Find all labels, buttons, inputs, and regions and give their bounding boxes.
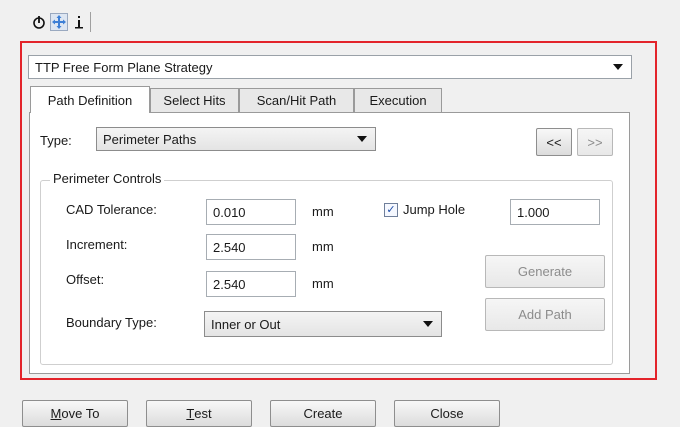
next-button[interactable]: >> bbox=[577, 128, 613, 156]
info-icon[interactable] bbox=[71, 14, 87, 30]
move-to-button[interactable]: Move To bbox=[22, 400, 128, 427]
increment-label: Increment: bbox=[66, 237, 128, 252]
move-to-mnemonic: M bbox=[50, 406, 62, 421]
close-button[interactable]: Close bbox=[394, 400, 500, 427]
tab-scan-hit-path[interactable]: Scan/Hit Path bbox=[239, 88, 354, 112]
test-mnemonic: T bbox=[186, 406, 195, 421]
chevron-down-icon bbox=[357, 136, 367, 142]
type-label: Type: bbox=[40, 133, 72, 148]
unit-label: mm bbox=[312, 276, 334, 291]
jump-hole-field[interactable]: 1.000 bbox=[510, 199, 600, 225]
tab-select-hits[interactable]: Select Hits bbox=[150, 88, 239, 112]
strategy-dropdown[interactable]: TTP Free Form Plane Strategy bbox=[28, 55, 632, 79]
prev-button[interactable]: << bbox=[536, 128, 572, 156]
group-title: Perimeter Controls bbox=[50, 171, 165, 186]
move-cross-icon[interactable] bbox=[50, 13, 68, 31]
create-button[interactable]: Create bbox=[270, 400, 376, 427]
unit-label: mm bbox=[312, 204, 334, 219]
tab-label: Execution bbox=[369, 93, 427, 108]
tab-label: Select Hits bbox=[163, 93, 226, 108]
increment-value: 2.540 bbox=[213, 239, 246, 255]
offset-label: Offset: bbox=[66, 272, 105, 287]
power-icon[interactable] bbox=[31, 14, 47, 30]
add-path-button-label: Add Path bbox=[518, 307, 572, 322]
boundary-type-selected: Inner or Out bbox=[211, 316, 281, 332]
jump-hole-checkbox[interactable]: ✓ bbox=[384, 203, 398, 217]
tab-execution[interactable]: Execution bbox=[354, 88, 442, 112]
cad-tolerance-label: CAD Tolerance: bbox=[66, 202, 157, 217]
type-dropdown[interactable]: Perimeter Paths bbox=[96, 127, 376, 151]
unit-label: mm bbox=[312, 239, 334, 254]
cad-tolerance-value: 0.010 bbox=[213, 204, 246, 220]
strategy-selected: TTP Free Form Plane Strategy bbox=[35, 59, 213, 75]
move-to-rest: ove To bbox=[61, 406, 100, 421]
tab-label: Scan/Hit Path bbox=[256, 93, 337, 108]
chevron-down-icon bbox=[613, 64, 623, 70]
chevron-down-icon bbox=[423, 321, 433, 327]
jump-hole-label[interactable]: Jump Hole bbox=[403, 202, 465, 217]
increment-field[interactable]: 2.540 bbox=[206, 234, 296, 260]
test-button[interactable]: Test bbox=[146, 400, 252, 427]
boundary-type-label: Boundary Type: bbox=[66, 315, 157, 330]
cad-tolerance-field[interactable]: 0.010 bbox=[206, 199, 296, 225]
test-rest: est bbox=[194, 406, 212, 421]
tab-label: Path Definition bbox=[47, 92, 133, 108]
add-path-button[interactable]: Add Path bbox=[485, 298, 605, 331]
tab-path-definition[interactable]: Path Definition bbox=[30, 86, 150, 113]
generate-button[interactable]: Generate bbox=[485, 255, 605, 288]
create-button-label: Create bbox=[303, 406, 343, 421]
offset-value: 2.540 bbox=[213, 276, 246, 292]
boundary-type-dropdown[interactable]: Inner or Out bbox=[204, 311, 442, 337]
next-button-label: >> bbox=[587, 134, 603, 150]
toolbar-separator bbox=[90, 12, 91, 32]
jump-hole-value: 1.000 bbox=[517, 204, 550, 220]
prev-button-label: << bbox=[546, 134, 562, 150]
offset-field[interactable]: 2.540 bbox=[206, 271, 296, 297]
type-selected: Perimeter Paths bbox=[103, 131, 197, 147]
generate-button-label: Generate bbox=[517, 264, 573, 279]
close-button-label: Close bbox=[430, 406, 464, 421]
